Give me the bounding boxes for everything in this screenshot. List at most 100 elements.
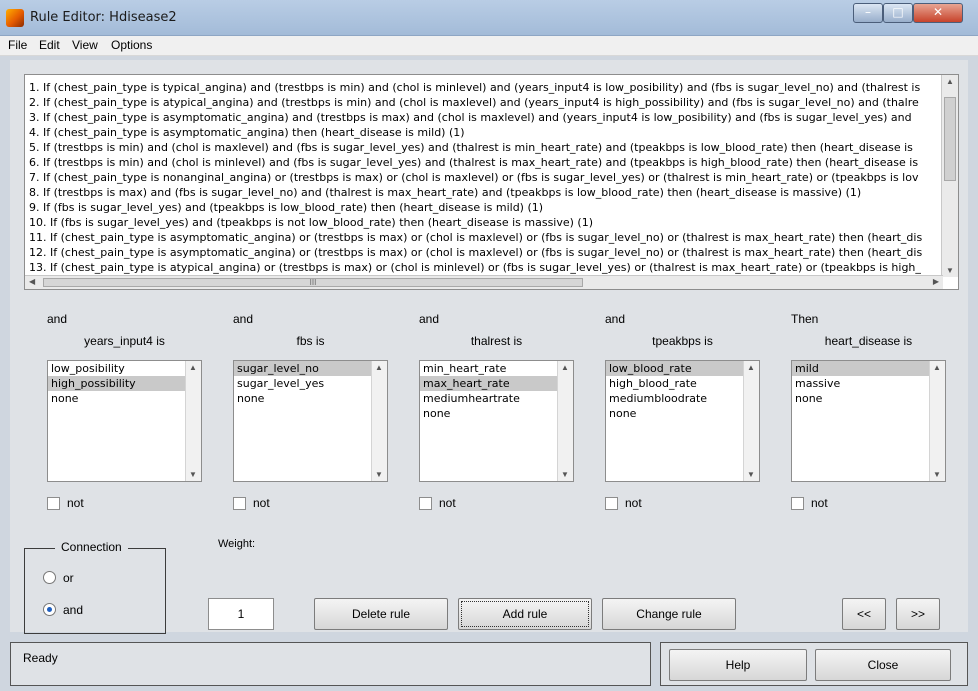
bottom-button-panel: Help Close <box>660 642 968 686</box>
connector-label: and <box>605 312 626 326</box>
next-rule-button[interactable]: >> <box>896 598 940 630</box>
listbox-scrollbar[interactable]: ▲ ▼ <box>557 361 573 481</box>
menu-edit[interactable]: Edit <box>39 38 60 52</box>
rule-item[interactable]: 7. If (chest_pain_type is nonanginal_ang… <box>29 170 941 185</box>
scroll-up-icon[interactable]: ▲ <box>375 363 383 372</box>
rule-item[interactable]: 11. If (chest_pain_type is asymptomatic_… <box>29 230 941 245</box>
listbox-option[interactable]: none <box>606 406 743 421</box>
listbox-option[interactable]: none <box>792 391 929 406</box>
menu-view[interactable]: View <box>72 38 98 52</box>
connector-label: and <box>419 312 440 326</box>
connector-label: and <box>233 312 254 326</box>
close-button[interactable]: Close <box>815 649 951 681</box>
listbox-option[interactable]: sugar_level_no <box>234 361 371 376</box>
rule-item[interactable]: 13. If (chest_pain_type is atypical_angi… <box>29 260 941 275</box>
rule-item[interactable]: 12. If (chest_pain_type is asymptomatic_… <box>29 245 941 260</box>
not-checkbox[interactable] <box>47 497 60 510</box>
delete-rule-button[interactable]: Delete rule <box>314 598 448 630</box>
listbox-option[interactable]: none <box>234 391 371 406</box>
status-bar: Ready <box>10 642 651 686</box>
scroll-down-icon[interactable]: ▼ <box>561 470 569 479</box>
listbox-option[interactable]: min_heart_rate <box>420 361 557 376</box>
listbox-option[interactable]: low_blood_rate <box>606 361 743 376</box>
listbox-option[interactable]: high_possibility <box>48 376 185 391</box>
rules-horizontal-scrollbar[interactable]: ◀ III ▶ <box>25 275 943 289</box>
help-button[interactable]: Help <box>669 649 807 681</box>
not-label: not <box>67 496 84 510</box>
title-bar: Rule Editor: Hdisease2 – □ ✕ <box>0 0 978 36</box>
scroll-down-icon[interactable]: ▼ <box>189 470 197 479</box>
connection-title: Connection <box>55 540 128 554</box>
not-checkbox[interactable] <box>233 497 246 510</box>
listbox-option[interactable]: none <box>48 391 185 406</box>
scroll-up-icon[interactable]: ▲ <box>933 363 941 372</box>
membership-listbox[interactable]: sugar_level_no sugar_level_yes none ▲ ▼ <box>233 360 388 482</box>
rule-item[interactable]: 8. If (trestbps is max) and (fbs is suga… <box>29 185 941 200</box>
listbox-scrollbar[interactable]: ▲ ▼ <box>185 361 201 481</box>
matlab-icon <box>6 9 24 27</box>
rule-item[interactable]: 2. If (chest_pain_type is atypical_angin… <box>29 95 941 110</box>
scroll-down-icon[interactable]: ▼ <box>375 470 383 479</box>
rules-listbox[interactable]: 1. If (chest_pain_type is typical_angina… <box>24 74 959 290</box>
membership-listbox[interactable]: mild massive none ▲ ▼ <box>791 360 946 482</box>
listbox-option[interactable]: max_heart_rate <box>420 376 557 391</box>
rule-item[interactable]: 5. If (trestbps is min) and (chol is max… <box>29 140 941 155</box>
rule-item[interactable]: 6. If (trestbps is min) and (chol is min… <box>29 155 941 170</box>
not-checkbox[interactable] <box>419 497 432 510</box>
variable-header: years_input4 is <box>84 334 165 348</box>
scroll-thumb[interactable] <box>944 97 956 181</box>
listbox-option[interactable]: mediumbloodrate <box>606 391 743 406</box>
rule-item[interactable]: 10. If (fbs is sugar_level_yes) and (tpe… <box>29 215 941 230</box>
listbox-option[interactable]: low_posibility <box>48 361 185 376</box>
minimize-button[interactable]: – <box>853 3 883 23</box>
close-window-button[interactable]: ✕ <box>913 3 963 23</box>
scroll-up-icon[interactable]: ▲ <box>189 363 197 372</box>
membership-listbox[interactable]: low_posibility high_possibility none ▲ ▼ <box>47 360 202 482</box>
not-label: not <box>253 496 270 510</box>
add-rule-button[interactable]: Add rule <box>458 598 592 630</box>
variable-header: fbs is <box>296 334 325 348</box>
not-checkbox[interactable] <box>605 497 618 510</box>
connection-or-radio[interactable] <box>43 571 56 584</box>
listbox-option[interactable]: mediumheartrate <box>420 391 557 406</box>
connection-group: Connection or and <box>24 540 166 634</box>
listbox-option[interactable]: high_blood_rate <box>606 376 743 391</box>
scroll-right-icon[interactable]: ▶ <box>933 277 939 286</box>
listbox-option[interactable]: sugar_level_yes <box>234 376 371 391</box>
rule-item[interactable]: 3. If (chest_pain_type is asymptomatic_a… <box>29 110 941 125</box>
previous-rule-button[interactable]: << <box>842 598 886 630</box>
weight-input[interactable] <box>208 598 274 630</box>
rule-item[interactable]: 4. If (chest_pain_type is asymptomatic_a… <box>29 125 941 140</box>
scroll-down-icon[interactable]: ▼ <box>747 470 755 479</box>
rule-item[interactable]: 1. If (chest_pain_type is typical_angina… <box>29 80 941 95</box>
connection-and-radio[interactable] <box>43 603 56 616</box>
rules-vertical-scrollbar[interactable]: ▲ ▼ <box>941 75 958 277</box>
maximize-button[interactable]: □ <box>883 3 913 23</box>
listbox-option[interactable]: mild <box>792 361 929 376</box>
window-title: Rule Editor: Hdisease2 <box>30 10 177 25</box>
change-rule-button[interactable]: Change rule <box>602 598 736 630</box>
not-label: not <box>625 496 642 510</box>
connection-or-label: or <box>63 571 74 585</box>
listbox-scrollbar[interactable]: ▲ ▼ <box>929 361 945 481</box>
rule-item[interactable]: 9. If (fbs is sugar_level_yes) and (tpea… <box>29 200 941 215</box>
listbox-scrollbar[interactable]: ▲ ▼ <box>371 361 387 481</box>
scroll-up-icon[interactable]: ▲ <box>747 363 755 372</box>
scroll-up-icon[interactable]: ▲ <box>946 77 954 86</box>
scroll-down-icon[interactable]: ▼ <box>933 470 941 479</box>
scroll-down-icon[interactable]: ▼ <box>946 266 954 275</box>
not-checkbox[interactable] <box>791 497 804 510</box>
menu-file[interactable]: File <box>8 38 27 52</box>
membership-listbox[interactable]: min_heart_rate max_heart_rate mediumheartr… <box>419 360 574 482</box>
scroll-thumb-horizontal[interactable]: III <box>43 278 583 287</box>
listbox-option[interactable]: none <box>420 406 557 421</box>
listbox-option[interactable]: massive <box>792 376 929 391</box>
membership-listbox[interactable]: low_blood_rate high_blood_rate mediumblood… <box>605 360 760 482</box>
scroll-up-icon[interactable]: ▲ <box>561 363 569 372</box>
status-text: Ready <box>23 651 58 665</box>
listbox-scrollbar[interactable]: ▲ ▼ <box>743 361 759 481</box>
weight-label: Weight: <box>218 538 256 550</box>
menu-options[interactable]: Options <box>111 38 152 52</box>
scroll-left-icon[interactable]: ◀ <box>29 277 35 286</box>
not-label: not <box>811 496 828 510</box>
